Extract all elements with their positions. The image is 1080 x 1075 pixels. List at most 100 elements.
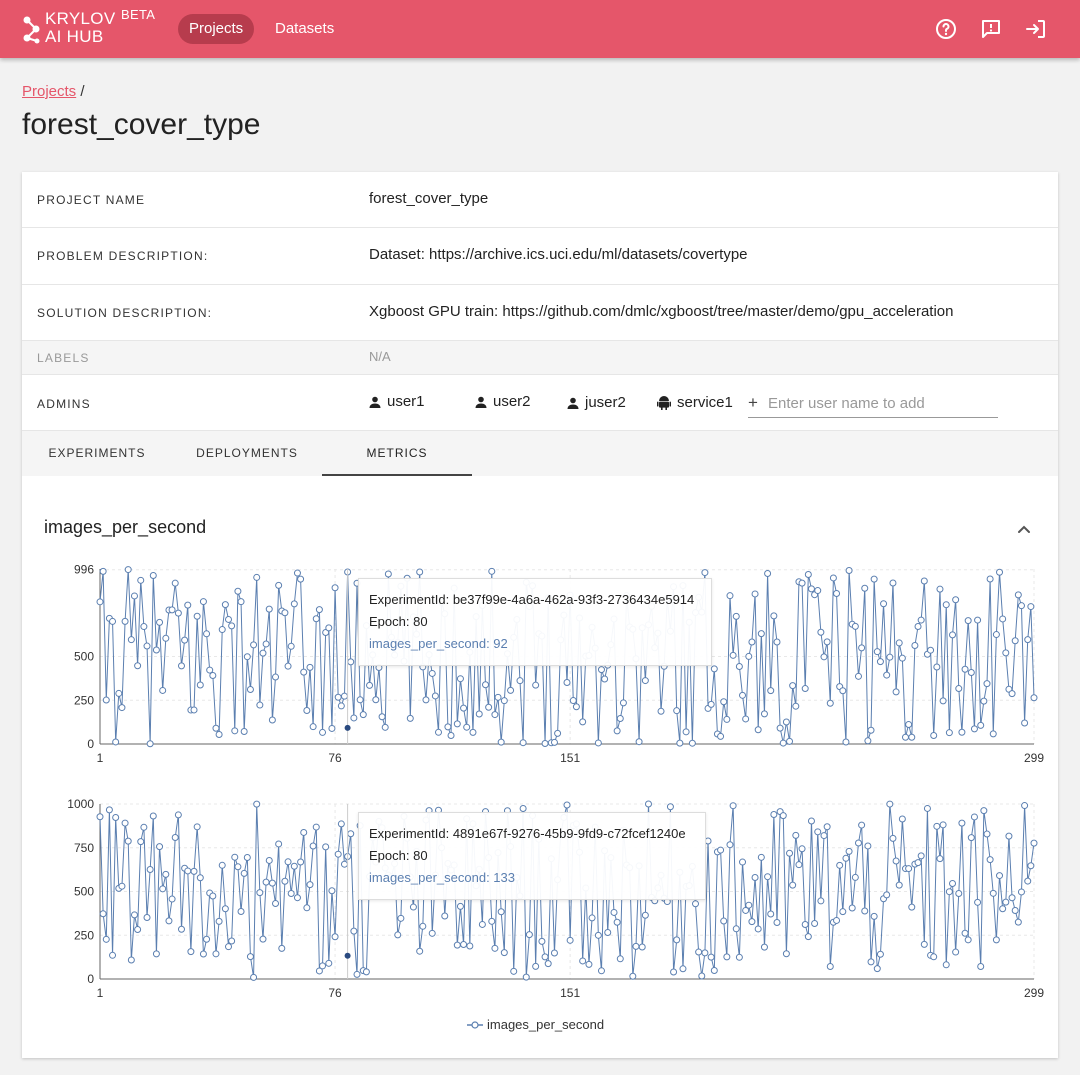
data-point	[945, 729, 953, 737]
admin-chip-user1[interactable]: user1	[369, 393, 425, 410]
data-point	[297, 575, 305, 583]
data-point	[933, 663, 941, 671]
data-point	[739, 858, 747, 866]
nav-datasets[interactable]: Datasets	[264, 14, 345, 44]
data-point	[867, 726, 875, 734]
tooltip-epoch: Epoch: 80	[369, 848, 428, 863]
admin-chip-juser2[interactable]: juser2	[567, 394, 626, 411]
breadcrumb-projects-link[interactable]: Projects	[22, 83, 76, 100]
data-point	[309, 723, 317, 731]
data-point	[253, 573, 261, 581]
data-point	[174, 609, 182, 617]
data-point	[867, 958, 875, 966]
data-point	[848, 904, 856, 912]
data-point	[456, 902, 464, 910]
tab-experiments[interactable]: EXPERIMENTS	[22, 431, 172, 476]
data-point	[372, 696, 380, 704]
data-point	[826, 699, 834, 707]
data-point	[1027, 603, 1035, 611]
chevron-up-icon[interactable]	[1014, 519, 1034, 539]
data-point	[839, 908, 847, 916]
data-point	[259, 935, 267, 943]
data-point	[967, 834, 975, 842]
add-admin-input[interactable]	[768, 392, 996, 414]
data-point	[996, 872, 1004, 880]
tab-deployments[interactable]: DEPLOYMENTS	[172, 431, 322, 476]
data-point	[177, 925, 185, 933]
data-point	[613, 918, 621, 926]
nav-projects[interactable]: Projects	[178, 14, 255, 44]
data-point	[751, 590, 759, 598]
admin-chip-service1[interactable]: service1	[657, 394, 733, 411]
data-point	[914, 623, 922, 631]
data-point	[814, 587, 822, 595]
data-point	[256, 889, 264, 897]
data-point	[1011, 906, 1019, 914]
data-point	[770, 612, 778, 620]
data-point	[500, 697, 508, 705]
row-solution-description: SOLUTION DESCRIPTION: Xgboost GPU train:…	[22, 285, 1058, 341]
data-point	[939, 821, 947, 829]
data-point	[764, 873, 772, 881]
data-point	[723, 715, 731, 723]
android-icon	[657, 396, 671, 410]
feedback-icon[interactable]	[979, 17, 1003, 41]
data-point	[1017, 602, 1025, 610]
data-point	[1030, 694, 1038, 702]
data-point	[914, 859, 922, 867]
help-icon[interactable]	[934, 17, 958, 41]
data-point	[334, 850, 342, 858]
x-tick-label: 151	[560, 751, 580, 765]
tab-metrics[interactable]: METRICS	[322, 431, 472, 476]
data-point	[851, 622, 859, 630]
data-point	[917, 852, 925, 860]
data-point	[566, 936, 574, 944]
tooltip-experiment: ExperimentId: be37f99e-4a6a-462a-93f3-27…	[369, 592, 695, 607]
data-point	[99, 567, 107, 575]
data-point	[156, 843, 164, 851]
data-point	[836, 861, 844, 869]
data-point	[679, 965, 687, 973]
data-point	[930, 731, 938, 739]
data-point	[732, 612, 740, 620]
data-point	[594, 739, 602, 747]
data-point	[657, 707, 665, 715]
data-point	[999, 905, 1007, 913]
data-point	[616, 714, 624, 722]
data-point	[1008, 690, 1016, 698]
data-point	[974, 616, 982, 624]
data-point	[989, 889, 997, 897]
data-point	[776, 724, 784, 732]
admin-chip-user2[interactable]: user2	[475, 393, 531, 410]
data-point	[983, 680, 991, 688]
data-point	[923, 804, 931, 812]
data-point	[889, 579, 897, 587]
data-point	[823, 638, 831, 646]
data-point	[820, 653, 828, 661]
data-point	[742, 715, 750, 723]
data-point	[340, 860, 348, 868]
data-point	[228, 937, 236, 945]
data-point	[143, 642, 151, 650]
tooltip-epoch: Epoch: 80	[369, 614, 428, 629]
chart-legend[interactable]: images_per_second	[467, 1017, 604, 1032]
data-point	[967, 668, 975, 676]
data-point	[845, 847, 853, 855]
data-point	[491, 711, 499, 719]
data-point	[820, 832, 828, 840]
data-point	[215, 917, 223, 925]
data-point	[786, 849, 794, 857]
logout-icon[interactable]	[1024, 17, 1048, 41]
data-point	[218, 626, 226, 634]
data-point	[319, 962, 327, 970]
data-point	[823, 823, 831, 831]
data-point	[347, 830, 355, 838]
data-point	[228, 622, 236, 630]
data-point	[720, 698, 728, 706]
data-point	[409, 903, 417, 911]
brand-line-2: AI HUB	[45, 27, 104, 46]
row-admins: ADMINS user1 user2 juser2 service1 + Ent…	[22, 375, 1058, 431]
data-point	[955, 685, 963, 693]
data-point	[246, 953, 254, 961]
legend-label: images_per_second	[487, 1017, 605, 1032]
